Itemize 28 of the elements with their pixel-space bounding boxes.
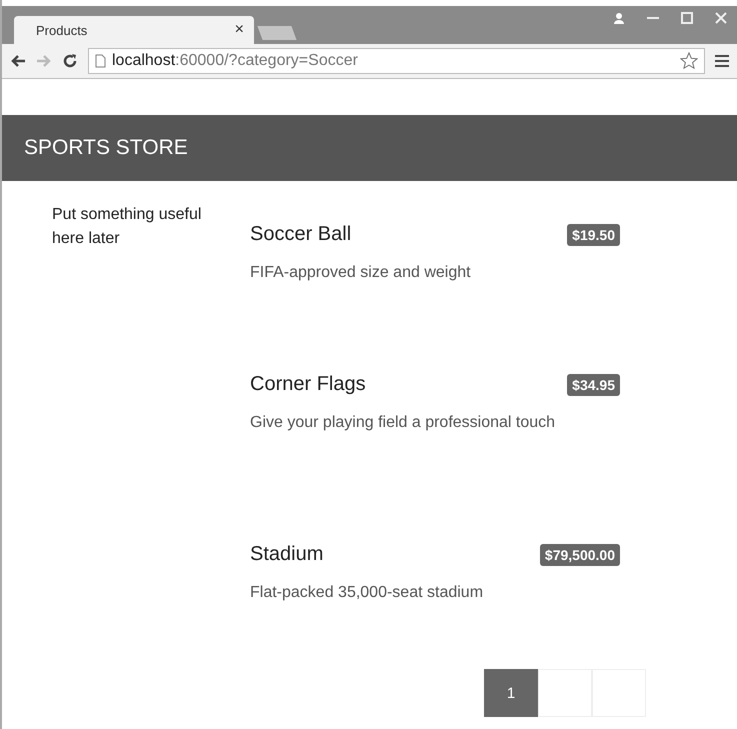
minimize-icon[interactable]: [647, 16, 659, 20]
page-icon: [95, 54, 106, 68]
forward-arrow-icon[interactable]: [36, 54, 52, 68]
reload-icon[interactable]: [62, 53, 78, 69]
tab-close-button[interactable]: ×: [234, 21, 244, 39]
url-text: localhost:60000/?category=Soccer: [112, 52, 358, 70]
product-name: Stadium: [250, 543, 324, 566]
menu-icon[interactable]: [715, 55, 729, 67]
browser-tab[interactable]: Products ×: [14, 16, 254, 44]
tab-title: Products: [36, 22, 88, 38]
user-icon[interactable]: [613, 12, 625, 24]
sidebar-text: Put something useful here later: [52, 206, 202, 247]
address-bar[interactable]: localhost:60000/?category=Soccer: [88, 48, 705, 74]
maximize-icon[interactable]: [681, 12, 693, 24]
product-description: Flat-packed 35,000-seat stadium: [250, 583, 484, 603]
price-badge: $79,500.00: [540, 544, 620, 566]
page-button[interactable]: 1: [484, 669, 538, 717]
close-icon[interactable]: [715, 12, 727, 24]
price-badge: $19.50: [567, 224, 620, 246]
price-badge: $34.95: [567, 374, 620, 396]
brand-title: SPORTS STORE: [24, 136, 188, 160]
new-tab-button[interactable]: [257, 26, 297, 40]
product-name: Soccer Ball: [250, 223, 352, 246]
product-description: Give your playing field a professional touch: [250, 413, 556, 433]
product-name: Corner Flags: [250, 373, 366, 396]
back-arrow-icon[interactable]: [10, 54, 26, 68]
star-icon[interactable]: [680, 52, 698, 70]
product-description: FIFA-approved size and weight: [250, 263, 472, 283]
